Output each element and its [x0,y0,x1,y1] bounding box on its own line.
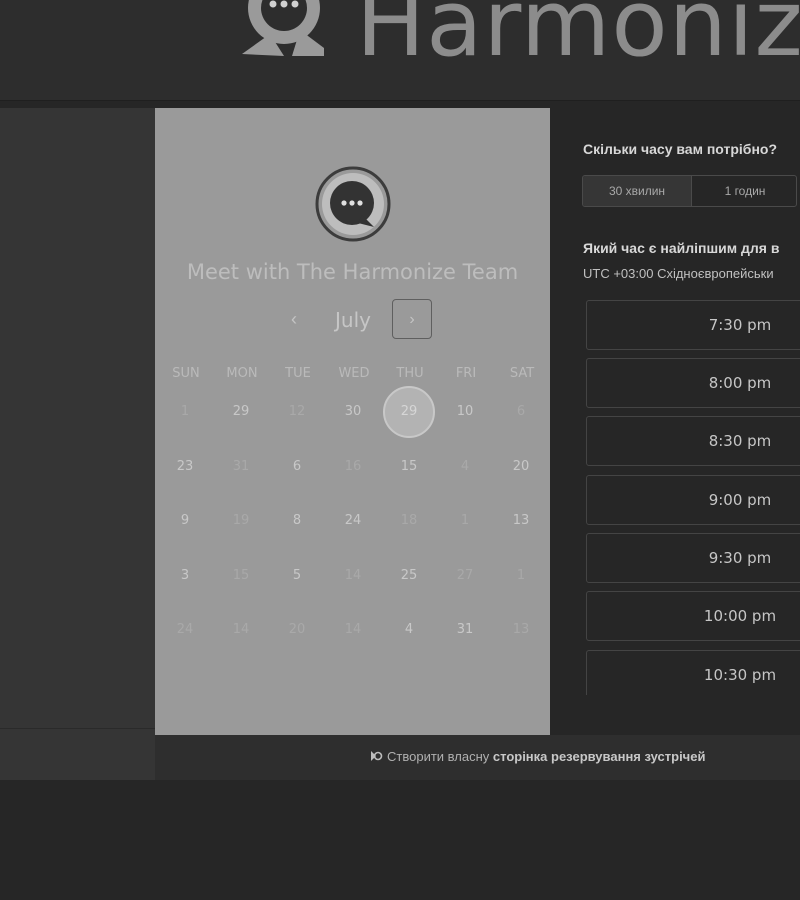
weekday-label: SAT [509,366,535,381]
calendar-day: 15 [232,568,250,583]
time-slot[interactable]: 9:30 pm [586,533,800,583]
calendar-day: 24 [176,622,194,637]
calendar-day[interactable]: 3 [159,550,211,602]
calendar-day[interactable]: 6 [271,441,323,493]
calendar-day[interactable]: 25 [383,550,435,602]
weekday-label: MON [226,366,258,381]
time-slot-list: 7:30 pm 8:00 pm 8:30 pm 9:00 pm 9:30 pm … [586,300,800,695]
calendar-day[interactable]: 30 [327,386,379,438]
brand-wordmark: Harmonize [356,0,800,77]
calendar-day: 1 [180,404,190,419]
calendar-day[interactable]: 24 [327,495,379,547]
time-slot[interactable]: 10:00 pm [586,591,800,641]
calendar-day: 14 [344,622,362,637]
footer-bar: Створити власну сторінка резервування зу… [155,735,800,780]
weekday-label: SUN [172,366,200,381]
footer-prefix: Створити власну [387,749,490,764]
duration-selector: 30 хвилин 1 годин [582,175,797,207]
calendar-day: 1 [516,568,526,583]
timezone-label[interactable]: UTC +03:00 Східноєвропейськи [583,266,774,281]
left-sidebar-backdrop [0,108,155,780]
calendar-day: 18 [400,513,418,528]
harmonize-logo-icon [242,0,324,56]
time-slot-label: 8:30 pm [708,432,772,450]
calendar-day: 16 [344,459,362,474]
calendar-day: 14 [344,568,362,583]
app-header: Harmonize [0,0,800,101]
calendar-day: 1 [460,513,470,528]
calendar-day: 12 [288,404,306,419]
calendar-day[interactable]: 10 [439,386,491,438]
time-slot-label: 8:00 pm [708,374,772,392]
calendar-day[interactable]: 15 [383,441,435,493]
calendar-day[interactable]: 20 [495,441,547,493]
weekday-label: TUE [285,366,311,381]
calendar-day: 19 [232,513,250,528]
calendar-day[interactable]: 9 [159,495,211,547]
calendar-day: 6 [516,404,526,419]
calendar-day-selected[interactable]: 29 [383,386,435,438]
month-navigation: ‹ July › [155,298,550,342]
duration-30min-button[interactable]: 30 хвилин [583,176,692,206]
time-slot[interactable]: 10:30 pm [586,650,800,695]
next-month-button[interactable]: › [392,299,432,339]
calendar-day: 27 [456,568,474,583]
footer-promo[interactable]: Створити власну сторінка резервування зу… [369,749,705,764]
meeting-title: Meet with The Harmonize Team [186,260,519,284]
harmonize-small-icon [371,751,383,761]
weekday-header: SUN MON TUE WED THU FRI SAT [158,366,550,386]
time-slot-label: 10:30 pm [703,666,777,684]
time-question: Який час є найліпшим для в [583,240,780,256]
time-slot[interactable]: 7:30 pm [586,300,800,350]
calendar-day: 14 [232,622,250,637]
calendar-day[interactable]: 4 [383,604,435,656]
time-slot[interactable]: 8:00 pm [586,358,800,408]
prev-month-button[interactable]: ‹ [281,304,307,334]
calendar-day[interactable]: 5 [271,550,323,602]
calendar-day[interactable]: 13 [495,495,547,547]
calendar-day: 31 [232,459,250,474]
weekday-label: WED [338,366,370,381]
time-slot[interactable]: 9:00 pm [586,475,800,525]
calendar-day: 13 [512,622,530,637]
calendar-panel: Meet with The Harmonize Team ‹ July › SU… [155,108,550,735]
scheduler-panel: Скільки часу вам потрібно? 30 хвилин 1 г… [550,108,800,735]
team-avatar-icon [315,166,391,242]
left-divider [0,728,155,729]
calendar-day[interactable]: 29 [215,386,267,438]
calendar-day: 20 [288,622,306,637]
time-slot-label: 9:00 pm [708,491,772,509]
time-slot-label: 10:00 pm [703,607,777,625]
time-slot-label: 9:30 pm [708,549,772,567]
footer-link[interactable]: сторінка резервування зустрічей [493,749,706,764]
calendar-day: 4 [460,459,470,474]
weekday-label: FRI [455,366,477,381]
calendar-day[interactable]: 23 [159,441,211,493]
calendar-day[interactable]: 8 [271,495,323,547]
duration-1hour-button[interactable]: 1 годин [692,176,796,206]
time-slot[interactable]: 8:30 pm [586,416,800,466]
weekday-label: THU [396,366,424,381]
duration-question: Скільки часу вам потрібно? [583,141,778,157]
time-slot-label: 7:30 pm [708,316,772,334]
month-label: July [335,308,371,332]
calendar-day[interactable]: 31 [439,604,491,656]
